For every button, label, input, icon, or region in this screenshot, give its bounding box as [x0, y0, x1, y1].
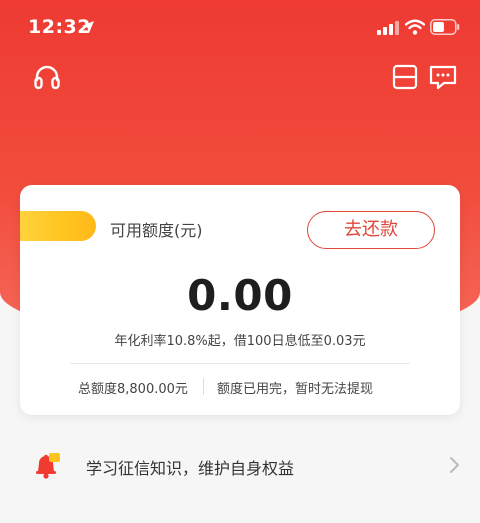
headset-icon[interactable]	[33, 63, 61, 91]
wifi-icon	[405, 19, 425, 35]
status-bar: 12:32	[0, 0, 480, 56]
vertical-divider	[203, 378, 204, 395]
repay-button[interactable]: 去还款	[307, 211, 435, 249]
message-icon[interactable]	[428, 64, 458, 90]
quota-status: 额度已用完，暂时无法提现	[217, 382, 374, 397]
available-credit-label: 可用额度(元)	[110, 221, 203, 240]
location-arrow-icon	[82, 21, 94, 33]
card-divider	[70, 363, 410, 364]
chevron-right-icon	[450, 457, 459, 473]
signal-icon	[377, 21, 399, 35]
scan-icon[interactable]	[392, 64, 418, 90]
available-amount: 0.00	[187, 271, 293, 320]
interest-rate-note: 年化利率10.8%起，借100日息低至0.03元	[114, 334, 366, 349]
total-quota: 总额度8,800.00元	[78, 382, 188, 397]
list-item-credit-knowledge[interactable]: 学习征信知识，维护自身权益	[0, 440, 480, 490]
list-item-label: 学习征信知识，维护自身权益	[86, 459, 295, 478]
battery-icon	[430, 19, 460, 35]
credit-card-panel: 可用额度(元) 去还款 0.00 年化利率10.8%起，借100日息低至0.03…	[20, 185, 460, 415]
bell-icon	[36, 453, 60, 479]
card-tag-decoration	[20, 211, 96, 241]
